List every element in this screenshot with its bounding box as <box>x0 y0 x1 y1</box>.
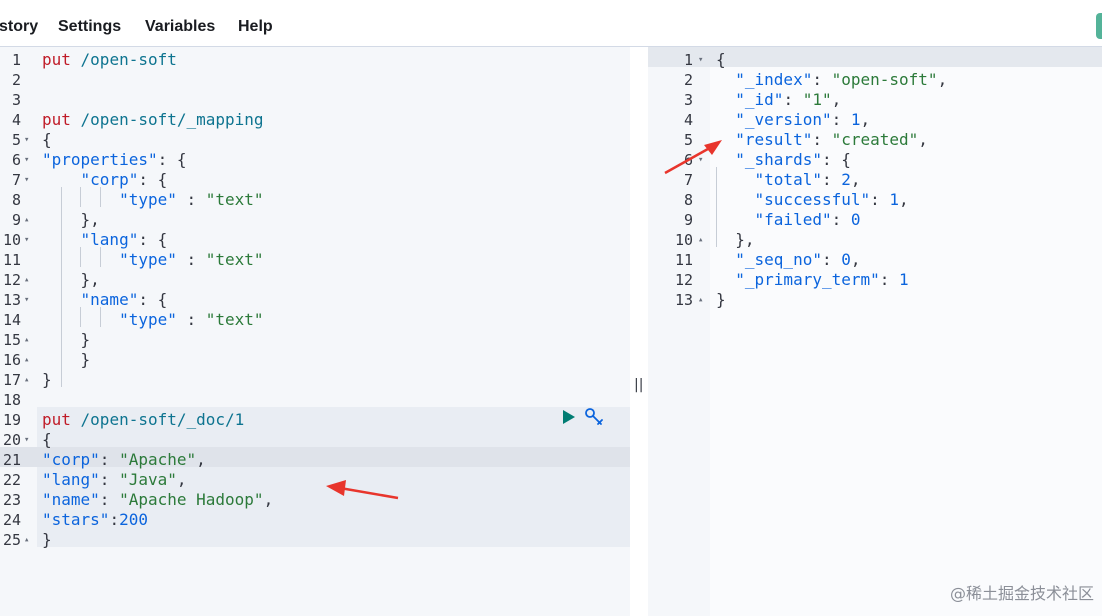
code-line: put /open-soft <box>42 50 177 69</box>
annotation-arrow-doc <box>326 480 399 500</box>
code-line: }, <box>42 270 100 289</box>
code-line: "_id": "1", <box>735 90 842 109</box>
caret-down-icon[interactable]: ▾ <box>24 130 29 150</box>
code-line: } <box>716 290 726 309</box>
response-viewer[interactable]: 1 ▾ {2 "_index": "open-soft", 3 "_id": "1",… <box>648 47 1102 616</box>
code-line: "total": 2, <box>754 170 861 189</box>
code-line: put /open-soft/_mapping <box>42 110 264 129</box>
code-line: "lang": "Java", <box>42 470 187 489</box>
code-line: "name": "Apache Hadoop", <box>42 490 274 509</box>
code-line: "name": { <box>80 290 168 309</box>
annotation-arrow-result <box>664 140 722 175</box>
code-line: "_primary_term": 1 <box>735 270 909 289</box>
caret-up-icon[interactable]: ▴ <box>24 350 29 370</box>
caret-up-icon[interactable]: ▴ <box>698 290 703 310</box>
line-number: 12 <box>2 271 21 289</box>
line-number: 8 <box>683 191 693 209</box>
code-line: } <box>42 330 91 349</box>
caret-down-icon[interactable]: ▾ <box>24 290 29 310</box>
line-number: 1 <box>11 51 21 69</box>
code-line: } <box>42 350 91 369</box>
line-number: 20 <box>2 431 21 449</box>
caret-up-icon[interactable]: ▴ <box>24 530 29 550</box>
code-line: "type" : "text" <box>119 190 264 209</box>
caret-down-icon[interactable]: ▾ <box>698 50 703 70</box>
code-line: "_shards": { <box>735 150 851 169</box>
line-number: 13 <box>2 291 21 309</box>
line-number: 7 <box>11 171 21 189</box>
code-line: "properties": { <box>42 150 187 169</box>
code-line: } <box>42 530 52 549</box>
code-line: "failed": 0 <box>754 210 861 229</box>
line-number: 13 <box>674 291 693 309</box>
line-number: 1 <box>683 51 693 69</box>
code-line: { <box>42 430 52 449</box>
line-number: 18 <box>2 391 21 409</box>
code-line: "successful": 1, <box>754 190 909 209</box>
caret-up-icon[interactable]: ▴ <box>24 370 29 390</box>
line-number: 9 <box>683 211 693 229</box>
line-number: 14 <box>2 311 21 329</box>
code-line: { <box>42 130 52 149</box>
request-editor[interactable]: 1 put /open-soft 2 3 4 put /open-soft/_mappin… <box>0 47 630 616</box>
caret-up-icon[interactable]: ▴ <box>24 330 29 350</box>
line-number: 3 <box>11 91 21 109</box>
line-number: 4 <box>683 111 693 129</box>
menu-help[interactable]: Help <box>238 17 273 37</box>
code-line: "_seq_no": 0, <box>735 250 861 269</box>
line-number: 24 <box>2 511 21 529</box>
line-number: 8 <box>11 191 21 209</box>
line-number: 11 <box>2 251 21 269</box>
line-number: 10 <box>2 231 21 249</box>
play-icon[interactable] <box>560 407 578 427</box>
code-line: "corp": { <box>80 170 168 189</box>
caret-down-icon[interactable]: ▾ <box>24 150 29 170</box>
line-number: 15 <box>2 331 21 349</box>
watermark-text: @稀土掘金技术社区 <box>949 584 1094 603</box>
line-number: 21 <box>2 451 21 469</box>
line-number: 12 <box>674 271 693 289</box>
line-number: 19 <box>2 411 21 429</box>
menu-history[interactable]: story <box>0 17 38 37</box>
code-line: "_index": "open-soft", <box>735 70 948 89</box>
line-number: 23 <box>2 491 21 509</box>
line-number: 9 <box>11 211 21 229</box>
line-number: 3 <box>683 91 693 109</box>
caret-up-icon[interactable]: ▴ <box>24 270 29 290</box>
line-number: 2 <box>683 71 693 89</box>
top-menu-bar: story Settings Variables Help <box>0 0 1102 47</box>
code-line: "type" : "text" <box>119 310 264 329</box>
panel-tab-indicator[interactable] <box>1096 13 1102 39</box>
line-number: 6 <box>11 151 21 169</box>
code-line: "type" : "text" <box>119 250 264 269</box>
line-number: 11 <box>674 251 693 269</box>
code-line: }, <box>42 210 100 229</box>
caret-up-icon[interactable]: ▴ <box>698 230 703 250</box>
code-line: "result": "created", <box>735 130 928 149</box>
pane-resize-handle[interactable]: || <box>634 378 643 392</box>
code-line: }, <box>716 230 755 249</box>
line-number: 10 <box>674 231 693 249</box>
menu-settings[interactable]: Settings <box>58 17 121 37</box>
line-number: 2 <box>11 71 21 89</box>
code-line: "_version": 1, <box>735 110 871 129</box>
caret-down-icon[interactable]: ▾ <box>24 230 29 250</box>
code-line: { <box>716 50 726 69</box>
line-number: 17 <box>2 371 21 389</box>
line-number: 5 <box>11 131 21 149</box>
code-line: "corp": "Apache", <box>42 450 206 469</box>
caret-up-icon[interactable]: ▴ <box>24 210 29 230</box>
line-number: 22 <box>2 471 21 489</box>
code-line: } <box>42 370 52 389</box>
line-number: 16 <box>2 351 21 369</box>
line-number: 4 <box>11 111 21 129</box>
caret-down-icon[interactable]: ▾ <box>24 170 29 190</box>
code-line: "lang": { <box>80 230 168 249</box>
wrench-icon[interactable] <box>582 407 606 427</box>
line-number: 25 <box>2 531 21 549</box>
code-line: put /open-soft/_doc/1 <box>42 410 245 429</box>
caret-down-icon[interactable]: ▾ <box>24 430 29 450</box>
code-line: "stars":200 <box>42 510 148 529</box>
menu-variables[interactable]: Variables <box>145 17 215 37</box>
